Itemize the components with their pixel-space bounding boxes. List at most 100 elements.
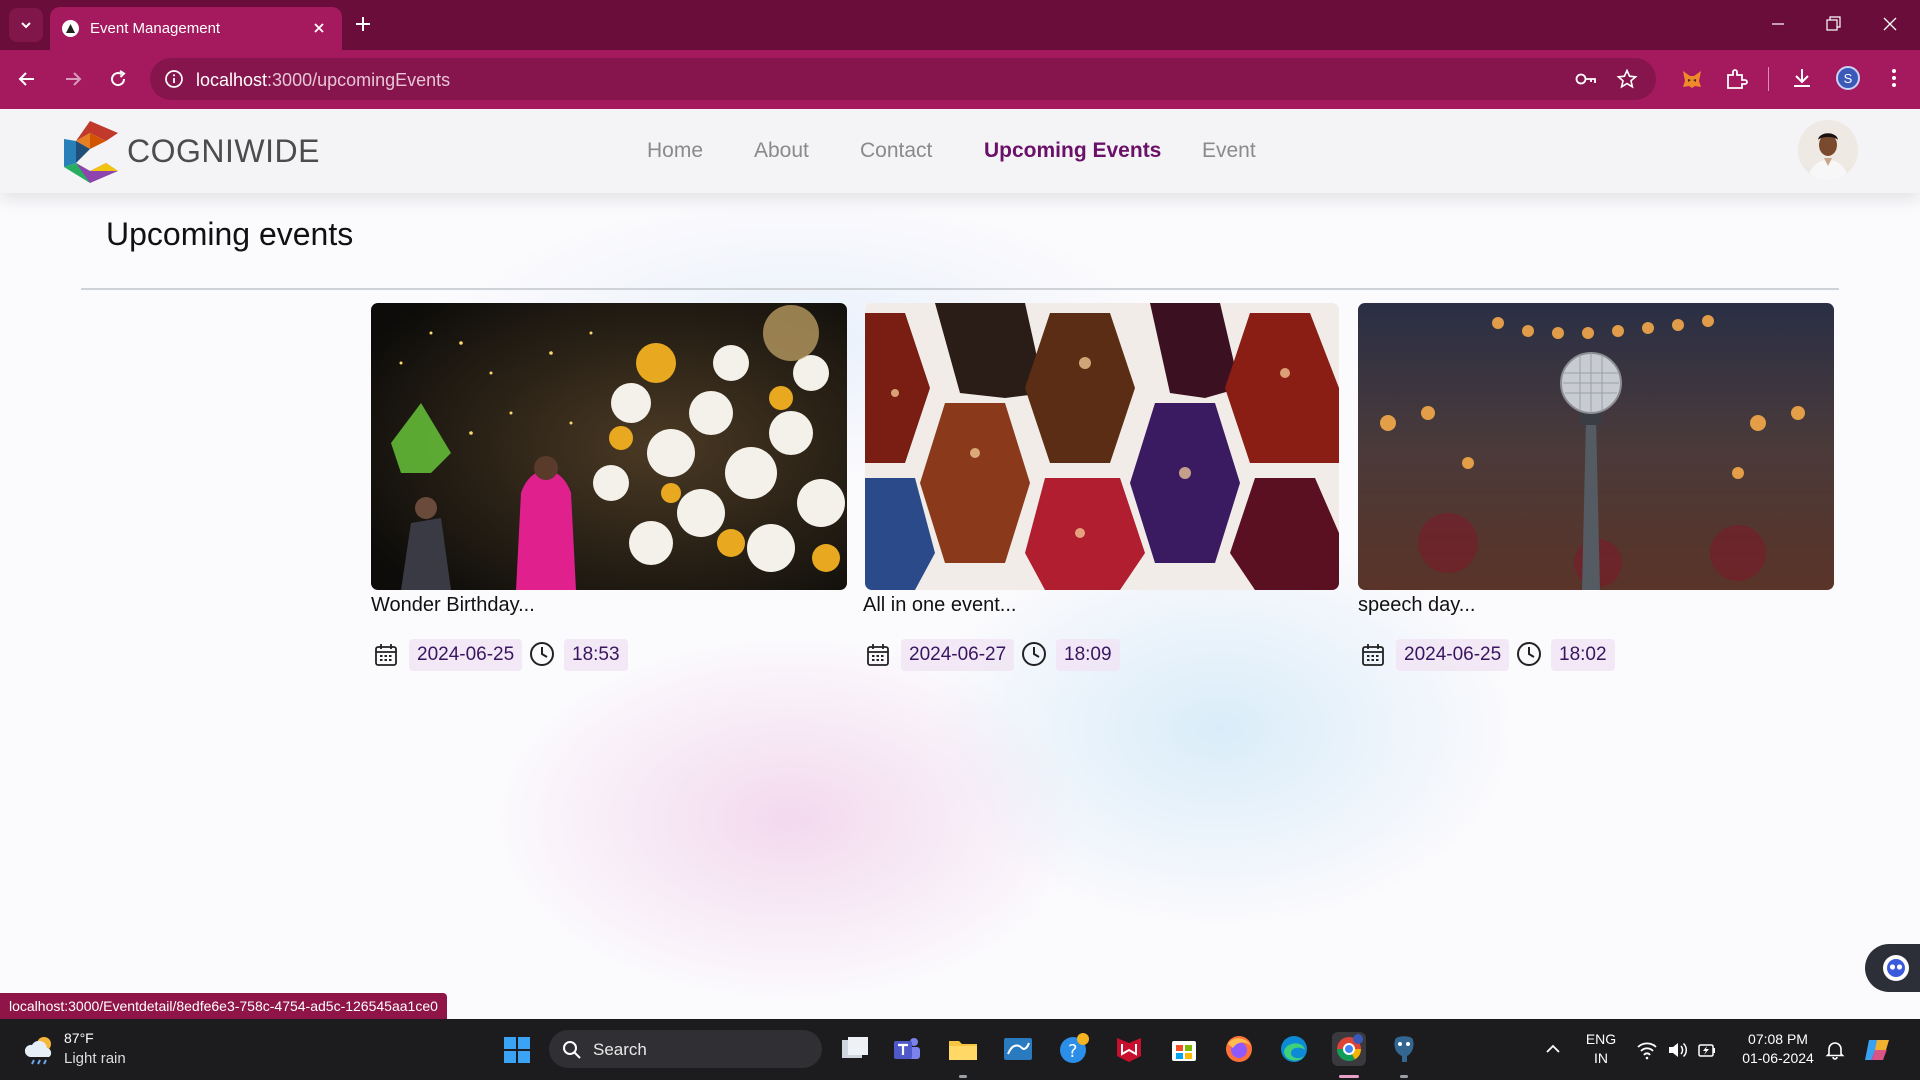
notification-bell-icon[interactable] <box>1825 1040 1845 1060</box>
weather-rain-icon[interactable] <box>22 1031 58 1067</box>
task-view-icon[interactable] <box>838 1032 872 1066</box>
language-line1[interactable]: ENG <box>1583 1031 1619 1047</box>
user-photo-icon <box>1798 120 1858 180</box>
page-title: Upcoming events <box>106 216 354 252</box>
clock-icon <box>1517 642 1541 666</box>
browser-menu-icon[interactable] <box>1884 66 1904 90</box>
event-meta: 2024-06-25 18:02 <box>1358 636 1834 676</box>
event-date: 2024-06-27 <box>901 639 1015 671</box>
event-date: 2024-06-25 <box>1396 639 1510 671</box>
event-time: 18:02 <box>1551 639 1615 671</box>
page-content: COGNIWIDE Home About Contact Upcoming Ev… <box>0 109 1920 1019</box>
minimize-window-icon[interactable] <box>1768 14 1788 34</box>
event-card[interactable]: speech day... 2024-06-25 18:02 <box>1358 303 1834 676</box>
edge-icon[interactable] <box>1277 1032 1311 1066</box>
extensions-puzzle-icon[interactable] <box>1724 67 1748 91</box>
teams-app-icon[interactable] <box>890 1032 924 1066</box>
new-tab-icon[interactable] <box>352 13 374 35</box>
browser-tab-active[interactable]: Event Management <box>50 7 342 50</box>
windows-taskbar: 87°F Light rain Search ? ENG IN 07:08 PM… <box>0 1019 1920 1080</box>
url-text[interactable]: localhost:3000/upcomingEvents <box>196 70 450 91</box>
toolbar-separator <box>1768 67 1769 91</box>
nav-link-about[interactable]: About <box>754 139 809 163</box>
microsoft-store-icon[interactable] <box>1167 1032 1201 1066</box>
download-icon[interactable] <box>1790 66 1814 90</box>
nav-link-home[interactable]: Home <box>647 139 703 163</box>
event-title[interactable]: Wonder Birthday... <box>371 594 847 620</box>
nav-link-upcoming-events[interactable]: Upcoming Events <box>984 139 1161 163</box>
clock-date[interactable]: 01-06-2024 <box>1736 1050 1820 1066</box>
chat-assistant-bubble[interactable] <box>1865 944 1920 992</box>
clock-time[interactable]: 07:08 PM <box>1736 1031 1820 1047</box>
explorer-running-indicator <box>959 1075 967 1078</box>
help-app-icon[interactable]: ? <box>1057 1032 1091 1066</box>
clock-icon <box>1022 642 1046 666</box>
bookmark-star-icon[interactable] <box>1616 68 1638 90</box>
app-navbar: COGNIWIDE Home About Contact Upcoming Ev… <box>0 109 1920 193</box>
close-tab-icon[interactable] <box>310 19 328 37</box>
event-title[interactable]: speech day... <box>1358 594 1834 620</box>
mysql-workbench-icon[interactable] <box>1001 1032 1035 1066</box>
user-avatar[interactable] <box>1798 120 1858 180</box>
language-line2[interactable]: IN <box>1583 1050 1619 1066</box>
status-bar-url: localhost:3000/Eventdetail/8edfe6e3-758c… <box>0 993 447 1019</box>
event-time: 18:53 <box>564 639 628 671</box>
calendar-icon <box>867 644 889 666</box>
browser-toolbar: localhost:3000/upcomingEvents S <box>0 50 1920 109</box>
wifi-icon[interactable] <box>1636 1040 1658 1060</box>
title-divider <box>81 288 1839 290</box>
chrome-icon[interactable] <box>1332 1032 1366 1066</box>
back-arrow-icon[interactable] <box>16 68 38 90</box>
close-window-icon[interactable] <box>1880 14 1900 34</box>
url-path: :3000/upcomingEvents <box>267 70 451 90</box>
reload-icon[interactable] <box>107 68 129 90</box>
weather-temperature[interactable]: 87°F <box>64 1030 94 1046</box>
event-card[interactable]: All in one event... 2024-06-27 18:09 <box>863 303 1339 676</box>
windows-start-icon[interactable] <box>503 1036 531 1064</box>
nav-link-event[interactable]: Event <box>1202 139 1256 163</box>
forward-arrow-icon[interactable] <box>62 68 84 90</box>
firefox-icon[interactable] <box>1222 1032 1256 1066</box>
site-info-icon[interactable] <box>164 69 184 89</box>
event-meta: 2024-06-27 18:09 <box>865 636 1339 676</box>
bot-face-icon <box>1883 955 1909 981</box>
copilot-icon[interactable] <box>1863 1036 1893 1064</box>
event-collage-photo-icon <box>865 303 1339 590</box>
battery-charging-icon[interactable] <box>1696 1040 1718 1060</box>
balloon-party-photo-icon <box>371 303 847 590</box>
password-key-icon[interactable] <box>1574 69 1598 89</box>
event-meta: 2024-06-25 18:53 <box>371 636 847 676</box>
calendar-icon <box>1362 644 1384 666</box>
event-title[interactable]: All in one event... <box>863 594 1339 620</box>
volume-icon[interactable] <box>1666 1040 1688 1060</box>
chrome-active-indicator <box>1339 1075 1359 1078</box>
cogniwide-logo-icon[interactable] <box>58 119 122 185</box>
nav-link-contact[interactable]: Contact <box>860 139 932 163</box>
profile-avatar[interactable]: S <box>1836 66 1860 90</box>
postgresql-icon[interactable] <box>1387 1032 1421 1066</box>
restore-window-icon[interactable] <box>1823 14 1843 34</box>
search-icon <box>563 1041 581 1059</box>
event-image-microphone[interactable] <box>1358 303 1834 590</box>
search-placeholder: Search <box>593 1040 647 1059</box>
event-card[interactable]: Wonder Birthday... 2024-06-25 18:53 <box>371 303 847 676</box>
tab-title: Event Management <box>90 20 221 37</box>
weather-description[interactable]: Light rain <box>64 1050 126 1067</box>
event-date: 2024-06-25 <box>409 639 523 671</box>
event-image-collage[interactable] <box>865 303 1339 590</box>
browser-tab-bar: Event Management <box>0 0 1920 50</box>
event-time: 18:09 <box>1056 639 1120 671</box>
mcafee-icon[interactable] <box>1112 1032 1146 1066</box>
app-favicon-icon <box>62 20 79 37</box>
event-image-balloon-party[interactable] <box>371 303 847 590</box>
taskbar-search[interactable]: Search <box>549 1030 822 1068</box>
address-bar[interactable]: localhost:3000/upcomingEvents <box>150 58 1656 100</box>
file-explorer-icon[interactable] <box>946 1032 980 1066</box>
postgres-running-indicator <box>1400 1075 1408 1078</box>
logo-text: COGNIWIDE <box>127 133 320 169</box>
clock-icon <box>530 642 554 666</box>
microphone-stage-photo-icon <box>1358 303 1834 590</box>
metamask-extension-icon[interactable] <box>1680 67 1704 91</box>
tab-search-button[interactable] <box>9 8 43 42</box>
chevron-up-icon[interactable] <box>1544 1040 1562 1058</box>
